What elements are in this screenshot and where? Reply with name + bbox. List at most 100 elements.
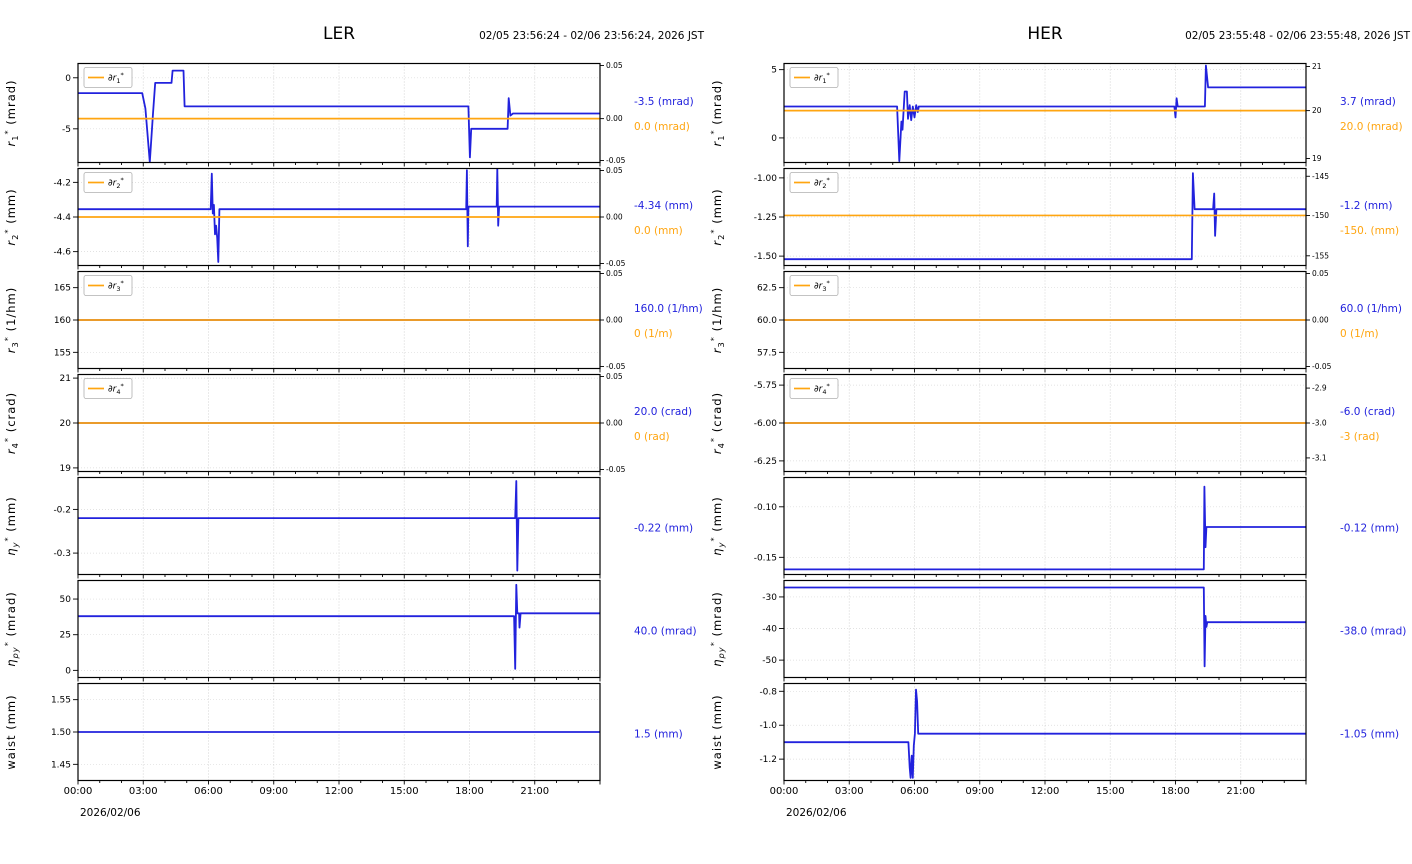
- x-tick-label: 21:00: [520, 786, 550, 797]
- legend: ∂r2*: [83, 172, 133, 193]
- gridlines: [784, 580, 1306, 678]
- y-axis-label: waist (mm): [4, 694, 18, 769]
- right-tick-label: -0.05: [606, 156, 626, 165]
- axis-ticks: [779, 272, 1310, 373]
- current-value-label: -6.0 (crad): [1340, 406, 1395, 418]
- axis-ticks: [73, 508, 601, 579]
- x-tick-label: 21:00: [1226, 786, 1256, 797]
- y-tick-label: 25: [60, 631, 71, 641]
- y-tick-label: 57.5: [757, 348, 777, 358]
- y-tick-label: 155: [54, 348, 71, 358]
- right-tick-label: -0.05: [1312, 362, 1332, 371]
- current-value-label: 0.0 (mm): [634, 225, 683, 237]
- legend: ∂r3*: [789, 275, 839, 296]
- x-tick-label: 12:00: [324, 786, 354, 797]
- y-axis-label: ηpy* (mrad): [2, 591, 20, 667]
- x-tick-label: 09:00: [965, 786, 995, 797]
- y-tick-label: -0.8: [759, 687, 777, 697]
- axis-ticks: [73, 272, 604, 373]
- plot-ler-eta_y_star: -0.2 -0.3 ηy* (mm) -0.22 (mm): [2, 476, 693, 579]
- current-value-label: 1.5 (mm): [634, 729, 683, 741]
- right-tick-label: 0.00: [606, 316, 623, 325]
- y-tick-label: 0: [65, 666, 71, 676]
- y-tick-label: 5: [771, 66, 777, 76]
- x-tick-label: 06:00: [900, 786, 929, 797]
- gridlines: [784, 63, 1306, 163]
- axis-ticks: [779, 66, 1310, 167]
- plot-her-waist: -0.8 -1.0 -1.2 waist (mm) -1.05 (mm): [710, 682, 1399, 785]
- x-tick-label: 15:00: [389, 786, 419, 797]
- plot-ler-waist: 1.55 1.50 1.45 waist (mm) 1.5 (mm): [4, 682, 683, 785]
- plot-ler-r3_star: 165 160 155 0.05 0.00 -0.05 r3* (1/hm) ∂r3* 160.…: [2, 270, 703, 373]
- gridlines: [784, 477, 1306, 575]
- x-tick-label: 06:00: [194, 786, 223, 797]
- x-tick-label: 03:00: [834, 786, 864, 797]
- plot-her-eta_y_star: -0.10 -0.15 ηy* (mm) -0.12 (mm): [708, 476, 1399, 579]
- y-tick-label: -30: [762, 593, 777, 603]
- y-tick-label: -0.10: [754, 503, 778, 513]
- x-tick-label: 09:00: [259, 786, 289, 797]
- y-axis-label: r1* (mrad): [2, 79, 20, 146]
- right-tick-label: 21: [1312, 62, 1322, 71]
- y-axis-label: ηy* (mm): [2, 496, 20, 555]
- current-value-label: 20.0 (mrad): [1340, 121, 1403, 133]
- gridlines: [78, 477, 600, 575]
- current-value-label: 3.7 (mrad): [1340, 96, 1396, 108]
- right-tick-label: -3.0: [1312, 419, 1327, 428]
- x-tick-label: 00:00: [63, 786, 93, 797]
- y-tick-label: 0: [65, 74, 71, 84]
- current-value-label: 20.0 (crad): [634, 406, 692, 418]
- legend: ∂r4*: [83, 378, 133, 399]
- legend: ∂r2*: [789, 172, 839, 193]
- plot-her-r1_star: 5 0 21 20 19 r1* (mrad) ∂r1* 3.7 (mrad) 20.0 (mr…: [708, 62, 1403, 167]
- y-tick-label: -4.2: [53, 178, 71, 188]
- axis-ticks: [73, 169, 604, 270]
- axis-ticks: [779, 596, 1307, 682]
- axis-ticks: [779, 384, 1310, 476]
- right-tick-label: 20: [1312, 106, 1322, 115]
- right-tick-label: 0.05: [606, 270, 623, 278]
- series-group: [784, 64, 1306, 162]
- y-tick-label: -50: [762, 656, 777, 666]
- x-tick-label: 18:00: [455, 786, 484, 797]
- x-axis-tick-labels: 00:00 03:00 06:00 09:00 12:00 15:00 18:00 21:00: [706, 785, 1412, 801]
- y-tick-label: -6.25: [754, 457, 777, 467]
- y-tick-label: -0.3: [53, 549, 71, 559]
- right-tick-label: 19: [1312, 154, 1322, 163]
- current-value-label: 0 (1/m): [1340, 328, 1379, 340]
- x-tick-label: 12:00: [1030, 786, 1060, 797]
- gridlines: [78, 580, 600, 678]
- y-tick-label: 21: [60, 374, 71, 384]
- x-tick-label: 15:00: [1095, 786, 1125, 797]
- plot-ler-r4_star: 21 20 19 0.05 0.00 -0.05 r4* (crad) ∂r4* 20.0 (c…: [2, 373, 692, 476]
- x-tick-label: 18:00: [1161, 786, 1190, 797]
- panel-title: LER: [322, 24, 356, 44]
- y-tick-label: -40: [762, 625, 777, 635]
- time-range-label: 02/05 23:56:24 - 02/06 23:56:24, 2026 JS…: [479, 30, 704, 42]
- plot-ler-r2_star: -4.2 -4.4 -4.6 0.05 0.00 -0.05 r2* (mm) ∂r2* -4.…: [2, 167, 693, 270]
- panel-header: HER 02/05 23:55:48 - 02/06 23:55:48, 202…: [706, 0, 1412, 62]
- x-axis-date-label: 2026/02/06: [786, 807, 847, 819]
- axis-ticks: [73, 699, 601, 785]
- panel-title: HER: [1027, 24, 1063, 44]
- legend: ∂r1*: [789, 67, 839, 88]
- y-tick-label: 165: [54, 284, 71, 294]
- right-tick-label: -155: [1312, 251, 1329, 260]
- right-tick-label: -3.1: [1312, 453, 1327, 462]
- plot-ler-r1_star: 0 -5 0.05 0.00 -0.05 r1* (mrad) ∂r1* -3.5 (mrad…: [2, 62, 694, 167]
- current-value-label: 0 (1/m): [634, 328, 673, 340]
- axis-ticks: [779, 690, 1307, 785]
- current-value-label: -4.34 (mm): [634, 200, 693, 212]
- y-tick-label: -4.6: [53, 248, 71, 258]
- y-axis-label: waist (mm): [710, 694, 724, 769]
- current-value-label: 160.0 (1/hm): [634, 303, 703, 315]
- y-tick-label: 1.55: [51, 696, 71, 706]
- x-tick-label: 00:00: [769, 786, 799, 797]
- right-tick-label: -150: [1312, 211, 1329, 220]
- axis-ticks: [73, 375, 604, 476]
- y-tick-label: -6.00: [754, 419, 778, 429]
- axis-ticks: [779, 506, 1307, 579]
- right-tick-label: -0.05: [606, 259, 626, 268]
- right-tick-label: 0.00: [606, 213, 623, 222]
- right-tick-label: 0.00: [606, 114, 623, 123]
